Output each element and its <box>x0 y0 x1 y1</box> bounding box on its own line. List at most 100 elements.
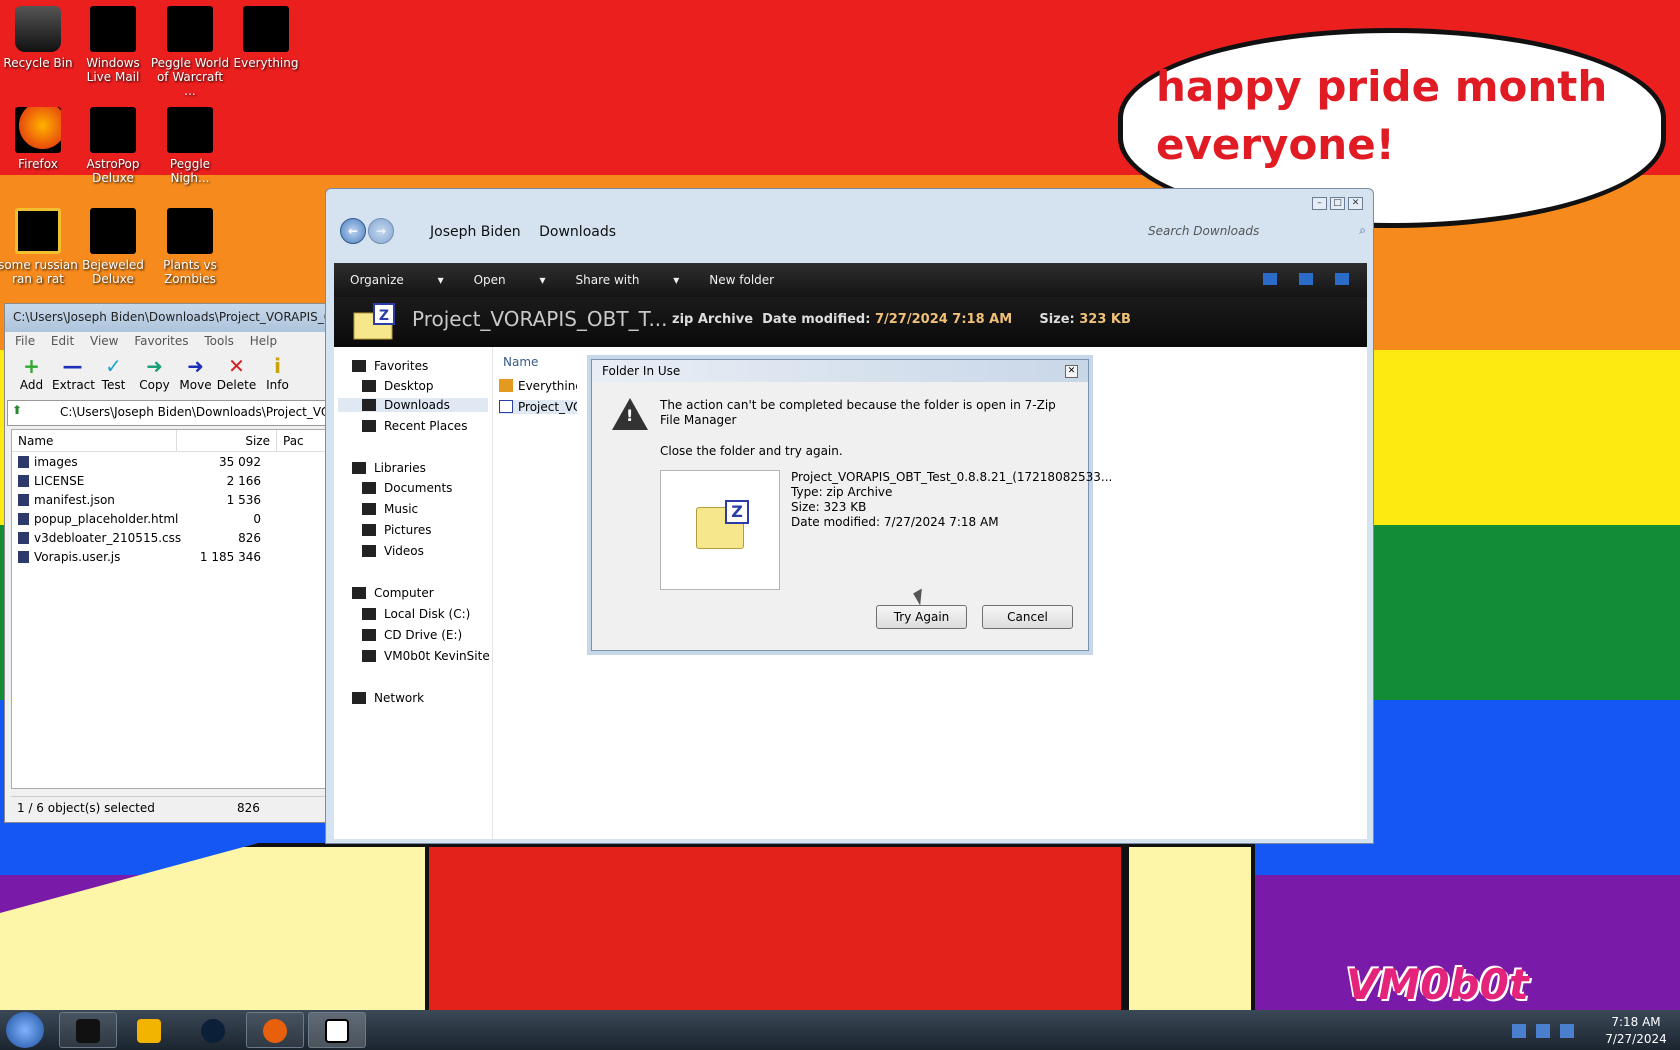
table-row[interactable]: popup_placeholder.html 0 <box>12 509 328 528</box>
nav-music[interactable]: Music <box>362 502 418 516</box>
menu-edit[interactable]: Edit <box>51 334 74 348</box>
try-again-button[interactable]: Try Again <box>876 605 967 629</box>
dialog-close-button[interactable]: ✕ <box>1065 365 1078 378</box>
file-icon <box>18 493 29 506</box>
nav-network[interactable]: Network <box>352 691 424 705</box>
nav-libraries[interactable]: Libraries <box>352 461 426 475</box>
menu-favorites[interactable]: Favorites <box>134 334 188 348</box>
nav-desktop[interactable]: Desktop <box>362 379 434 393</box>
command-bar: Organize ▾ Open ▾ Share with ▾ New folde… <box>334 263 1367 297</box>
desktop-icon-peggle-wow[interactable]: Peggle World of Warcraft ... <box>150 2 230 98</box>
desktop-icon-peggle-nights[interactable]: Peggle Nigh... <box>150 103 230 185</box>
nav-kevinsite[interactable]: VM0b0t KevinSite <box>362 649 490 663</box>
column-packed[interactable]: Pac <box>277 430 327 451</box>
dialog-title[interactable]: Folder In Use <box>592 360 1088 382</box>
7zip-title-bar[interactable]: C:\Users\Joseph Biden\Downloads\Project_… <box>5 304 328 332</box>
table-row[interactable]: LICENSE 2 166 <box>12 471 328 490</box>
tray-volume-icon[interactable] <box>1560 1024 1574 1038</box>
organize-button[interactable]: Organize ▾ <box>350 273 444 287</box>
preview-pane-icon[interactable] <box>1299 273 1313 285</box>
search-box[interactable]: Search Downloads ⌕ <box>1140 220 1372 244</box>
search-input[interactable]: Search Downloads <box>1148 224 1259 238</box>
maximize-button[interactable]: □ <box>1330 197 1345 210</box>
file-name: images <box>12 455 177 469</box>
nav-computer[interactable]: Computer <box>352 586 434 600</box>
help-icon[interactable] <box>1335 273 1349 285</box>
cancel-button[interactable]: Cancel <box>982 605 1073 629</box>
table-row[interactable]: v3debloater_210515.css 826 <box>12 528 328 547</box>
desktop-icon-recycle-bin[interactable]: Recycle Bin <box>0 2 78 70</box>
svg-text:Z: Z <box>379 308 389 324</box>
taskbar-7zip[interactable] <box>308 1012 366 1048</box>
nav-local-disk[interactable]: Local Disk (C:) <box>362 607 470 621</box>
file-info: Project_VORAPIS_OBT_Test_0.8.8.21_(17218… <box>791 470 1112 530</box>
up-folder-icon[interactable]: ⬆ <box>12 403 22 417</box>
taskbar-globe[interactable] <box>184 1012 242 1048</box>
minimize-button[interactable]: – <box>1312 197 1327 210</box>
nav-documents[interactable]: Documents <box>362 481 452 495</box>
wallpaper-figure-arm-right <box>1125 843 1255 1018</box>
breadcrumb-downloads[interactable]: Downloads <box>539 224 616 240</box>
toolbar-info-button[interactable]: i Info <box>257 354 298 398</box>
open-button[interactable]: Open ▾ <box>474 273 546 287</box>
desktop-icon-plants-vs-zombies[interactable]: Plants vs Zombies <box>150 204 230 286</box>
close-button[interactable]: ✕ <box>1348 197 1363 210</box>
change-view-icon[interactable] <box>1263 273 1277 285</box>
window-controls: – □ ✕ <box>1312 197 1363 210</box>
breadcrumb-user[interactable]: Joseph Biden <box>430 224 521 240</box>
peggle-wow-icon <box>167 6 213 52</box>
toolbar-extract-button[interactable]: — Extract <box>52 354 95 398</box>
tray-network-icon[interactable] <box>1536 1024 1550 1038</box>
desktop-icon-windows-live-mail[interactable]: Windows Live Mail <box>73 2 153 84</box>
taskbar-clock[interactable]: 7:18 AM 7/27/2024 <box>1598 1014 1674 1048</box>
toolbar-delete-button[interactable]: ✕ Delete <box>216 354 257 398</box>
taskbar-firefox[interactable] <box>246 1012 304 1048</box>
7zip-file-list: Name Size Pac images 35 092 LICENSE 2 166 ma… <box>11 429 329 789</box>
toolbar-move-button[interactable]: ➜ Move <box>175 354 216 398</box>
column-name-header[interactable]: Name <box>503 355 538 369</box>
plants-vs-zombies-icon <box>167 208 213 254</box>
nav-recent-places[interactable]: Recent Places <box>362 419 467 433</box>
file-project-vorapis[interactable]: Project_VO <box>499 400 577 414</box>
nav-videos[interactable]: Videos <box>362 544 424 558</box>
table-row[interactable]: Vorapis.user.js 1 185 346 <box>12 547 328 566</box>
everything-icon <box>243 6 289 52</box>
star-icon <box>352 360 366 372</box>
toolbar-test-button[interactable]: ✓ Test <box>93 354 134 398</box>
menu-file[interactable]: File <box>15 334 35 348</box>
menu-help[interactable]: Help <box>250 334 277 348</box>
column-size[interactable]: Size <box>177 430 277 451</box>
table-row[interactable]: images 35 092 <box>12 452 328 471</box>
menu-tools[interactable]: Tools <box>204 334 234 348</box>
column-name[interactable]: Name <box>12 430 177 451</box>
taskbar-explorer[interactable] <box>59 1012 117 1048</box>
desktop-icon-everything[interactable]: Everything <box>226 2 306 70</box>
new-folder-button[interactable]: New folder <box>709 273 774 287</box>
toolbar-add-button[interactable]: + Add <box>11 354 52 398</box>
forward-button[interactable]: → <box>368 218 394 244</box>
share-with-button[interactable]: Share with ▾ <box>576 273 680 287</box>
nav-pictures[interactable]: Pictures <box>362 523 432 537</box>
tray-flag-icon[interactable] <box>1512 1024 1526 1038</box>
details-date: 7/27/2024 7:18 AM <box>874 312 1013 327</box>
toolbar-copy-button[interactable]: ➜ Copy <box>134 354 175 398</box>
desktop-icon-astropop[interactable]: AstroPop Deluxe <box>73 103 153 185</box>
7zip-path-bar[interactable]: ⬆ C:\Users\Joseph Biden\Downloads\Project… <box>7 400 326 426</box>
file-everything[interactable]: Everything- <box>499 379 577 393</box>
nav-downloads[interactable]: Downloads <box>338 398 488 412</box>
clock-time: 7:18 AM <box>1611 1015 1661 1029</box>
menu-view[interactable]: View <box>90 334 118 348</box>
extract-icon: — <box>62 354 83 378</box>
desktop-icon-russian-rat[interactable]: some russian ran a rat <box>0 204 78 286</box>
desktop-icon-bejeweled[interactable]: Bejeweled Deluxe <box>73 204 153 286</box>
back-button[interactable]: ← <box>340 218 366 244</box>
nav-favorites[interactable]: Favorites <box>352 359 428 373</box>
nav-cd-drive[interactable]: CD Drive (E:) <box>362 628 462 642</box>
table-row[interactable]: manifest.json 1 536 <box>12 490 328 509</box>
breadcrumb[interactable]: Joseph Biden Downloads <box>430 224 630 240</box>
desktop-icon-firefox[interactable]: Firefox <box>0 103 78 171</box>
bubble-line-1: happy pride month <box>1156 62 1608 111</box>
taskbar-media-player[interactable] <box>120 1012 178 1048</box>
astropop-icon <box>90 107 136 153</box>
start-button[interactable] <box>6 1012 44 1048</box>
